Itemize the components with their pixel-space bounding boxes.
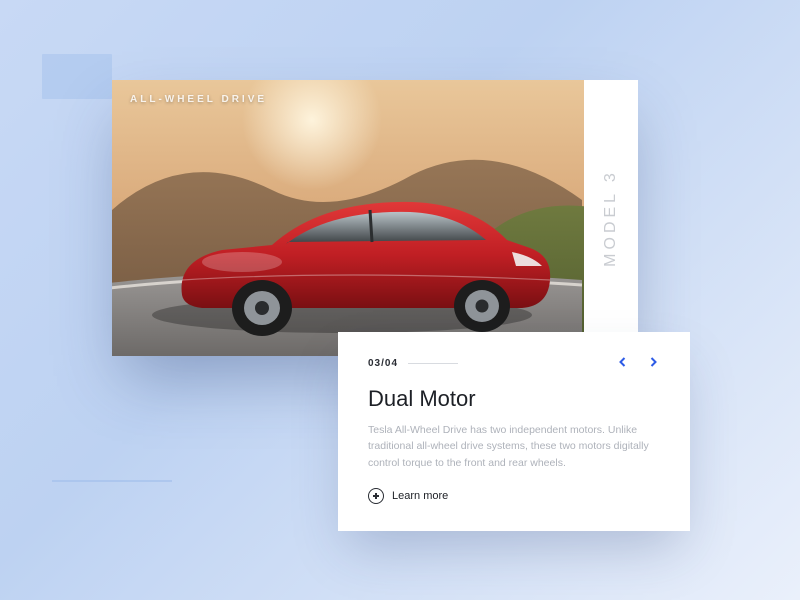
feature-card: 03/04 Dual Motor Tesla All-Wheel Drive h… [338,332,690,531]
chevron-right-icon [648,354,658,372]
next-button[interactable] [646,356,660,370]
hero-image [112,80,638,356]
chevron-left-icon [618,354,628,372]
slide-counter: 03/04 [368,358,398,369]
learn-more-label: Learn more [392,490,448,502]
plus-circle-icon [368,488,384,504]
card-counter-group: 03/04 [368,358,458,369]
card-header: 03/04 [368,356,660,370]
nav-arrows [616,356,660,370]
bg-accent-block [42,54,112,99]
prev-button[interactable] [616,356,630,370]
hero-sidebar: MODEL 3 [584,80,638,356]
feature-title: Dual Motor [368,386,660,412]
model-label: MODEL 3 [602,169,620,267]
progress-line [408,363,458,364]
hero-card: ALL-WHEEL DRIVE MODEL 3 [112,80,638,356]
hero-overlay-label: ALL-WHEEL DRIVE [130,94,267,105]
learn-more-button[interactable]: Learn more [368,488,448,504]
feature-description: Tesla All-Wheel Drive has two independen… [368,422,660,471]
bg-accent-line [52,480,172,482]
